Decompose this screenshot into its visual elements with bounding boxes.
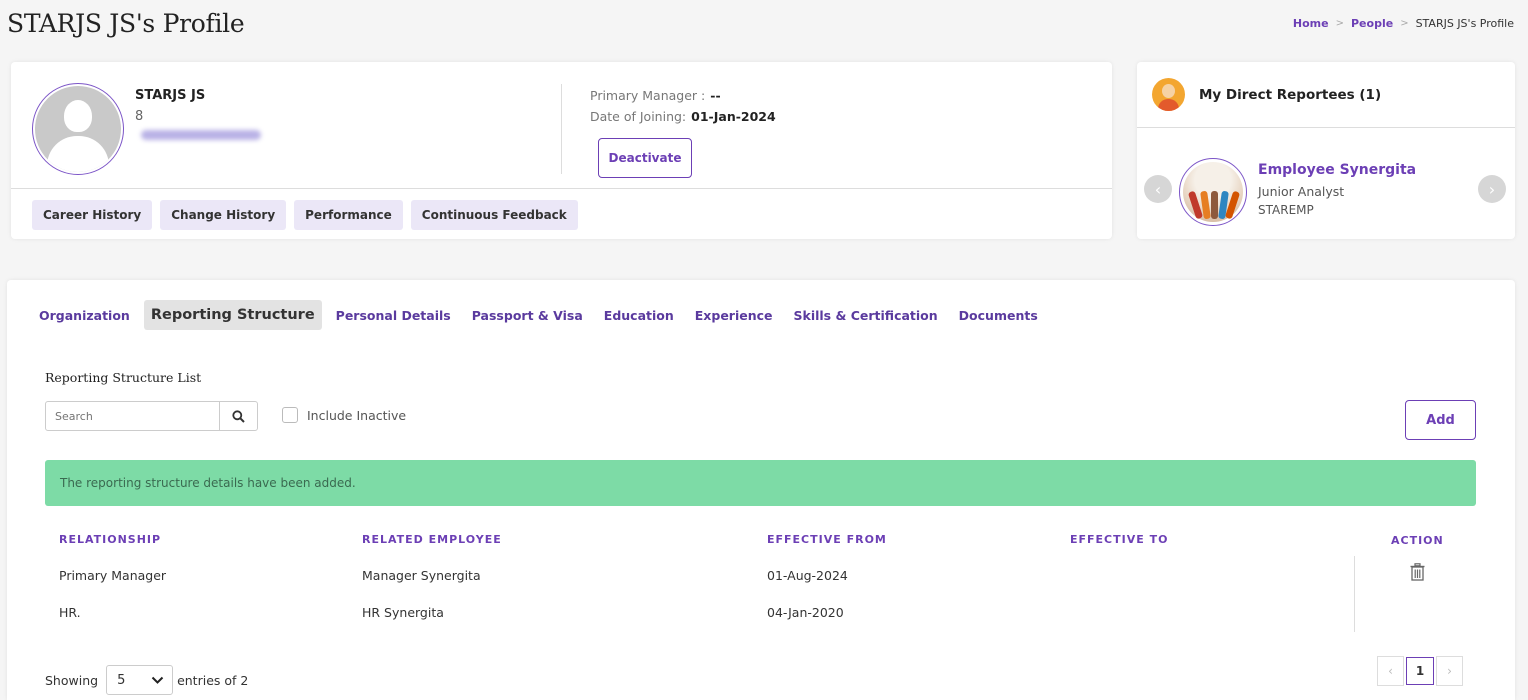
search-box [45,401,258,431]
breadcrumb-separator-icon: > [1335,18,1344,29]
include-inactive-toggle[interactable]: Include Inactive [282,407,406,423]
joining-date-label: Date of Joining: [590,109,687,124]
change-history-button[interactable]: Change History [160,200,287,230]
page-title: STARJS JS's Profile [7,9,245,38]
search-icon[interactable] [219,402,257,430]
row-effective-from: 04-Jan-2020 [767,605,844,620]
joining-date-row: Date of Joining: 01-Jan-2024 [590,109,776,124]
reportee-org: STAREMP [1258,203,1314,217]
reportees-title: My Direct Reportees (1) [1199,86,1382,103]
details-tabs: Organization Reporting Structure Persona… [39,300,1059,330]
profile-card: STARJS JS 8 Primary Manager : -- Date of … [11,62,1112,239]
divider [11,188,1112,189]
breadcrumb-home[interactable]: Home [1293,17,1329,30]
page-size-select[interactable]: 5 [106,665,174,695]
breadcrumb: Home > People > STARJS JS's Profile [1293,17,1514,30]
row-related-employee: Manager Synergita [362,568,481,583]
chevron-left-icon[interactable]: ‹ [1144,175,1172,203]
column-header-action: ACTION [1391,534,1444,547]
column-header-related-employee[interactable]: RELATED EMPLOYEE [362,533,502,546]
deactivate-button[interactable]: Deactivate [598,138,692,178]
primary-manager-value: -- [710,88,721,103]
joining-date-value: 01-Jan-2024 [691,109,776,124]
performance-button[interactable]: Performance [294,200,403,230]
page-number[interactable]: 1 [1406,657,1434,685]
career-history-button[interactable]: Career History [32,200,153,230]
include-inactive-label: Include Inactive [307,407,407,423]
success-alert: The reporting structure details have bee… [45,460,1476,506]
chevron-down-icon [151,676,164,684]
add-button[interactable]: Add [1405,400,1476,440]
row-relationship: Primary Manager [59,568,167,583]
include-inactive-checkbox[interactable] [282,407,298,423]
chevron-right-icon[interactable]: › [1478,175,1506,203]
chevron-right-icon[interactable]: › [1436,656,1463,686]
reportees-header: My Direct Reportees (1) [1137,62,1515,128]
row-effective-from: 01-Aug-2024 [767,568,848,583]
trash-icon[interactable] [1408,562,1426,582]
profile-avatar [32,83,124,175]
row-relationship: HR. [59,605,81,620]
tab-reporting-structure[interactable]: Reporting Structure [143,300,322,330]
profile-email-redacted [141,130,261,140]
page-size-value: 5 [117,672,126,688]
breadcrumb-people[interactable]: People [1351,17,1393,30]
tab-education[interactable]: Education [604,308,674,323]
showing-label: Showing [45,672,99,688]
reportee-group-icon [1152,78,1185,111]
column-header-effective-to[interactable]: EFFECTIVE TO [1070,533,1168,546]
column-header-relationship[interactable]: RELATIONSHIP [59,533,161,546]
profile-name: STARJS JS [135,88,206,103]
reportee-avatar[interactable] [1179,158,1247,226]
breadcrumb-current: STARJS JS's Profile [1415,17,1514,30]
reportee-name[interactable]: Employee Synergita [1258,162,1416,178]
breadcrumb-separator-icon: > [1400,18,1409,29]
default-user-icon [35,86,121,172]
tab-experience[interactable]: Experience [695,308,773,323]
entries-label: entries of 2 [177,672,249,688]
search-input[interactable] [46,402,219,430]
continuous-feedback-button[interactable]: Continuous Feedback [410,200,578,230]
pagination: ‹ 1 › [1377,656,1463,686]
entries-footer: Showing 5 entries of 2 [45,665,248,695]
primary-manager-label: Primary Manager : [590,88,706,103]
column-header-effective-from[interactable]: EFFECTIVE FROM [767,533,887,546]
row-related-employee: HR Synergita [362,605,444,620]
profile-code: 8 [135,109,144,124]
reportee-role: Junior Analyst [1258,184,1345,199]
section-title: Reporting Structure List [45,370,202,385]
tab-organization[interactable]: Organization [39,308,130,323]
direct-reportees-card: My Direct Reportees (1) ‹ Employee Syner… [1137,62,1515,239]
divider [1354,556,1355,632]
profile-quick-tabs: Career History Change History Performanc… [32,200,578,230]
tab-passport-visa[interactable]: Passport & Visa [472,308,583,323]
chevron-left-icon[interactable]: ‹ [1377,656,1404,686]
tab-documents[interactable]: Documents [959,308,1038,323]
primary-manager-row: Primary Manager : -- [590,88,721,103]
divider [561,84,562,174]
details-card: Organization Reporting Structure Persona… [7,280,1515,700]
tab-skills-certification[interactable]: Skills & Certification [794,308,938,323]
tab-personal-details[interactable]: Personal Details [336,308,451,323]
